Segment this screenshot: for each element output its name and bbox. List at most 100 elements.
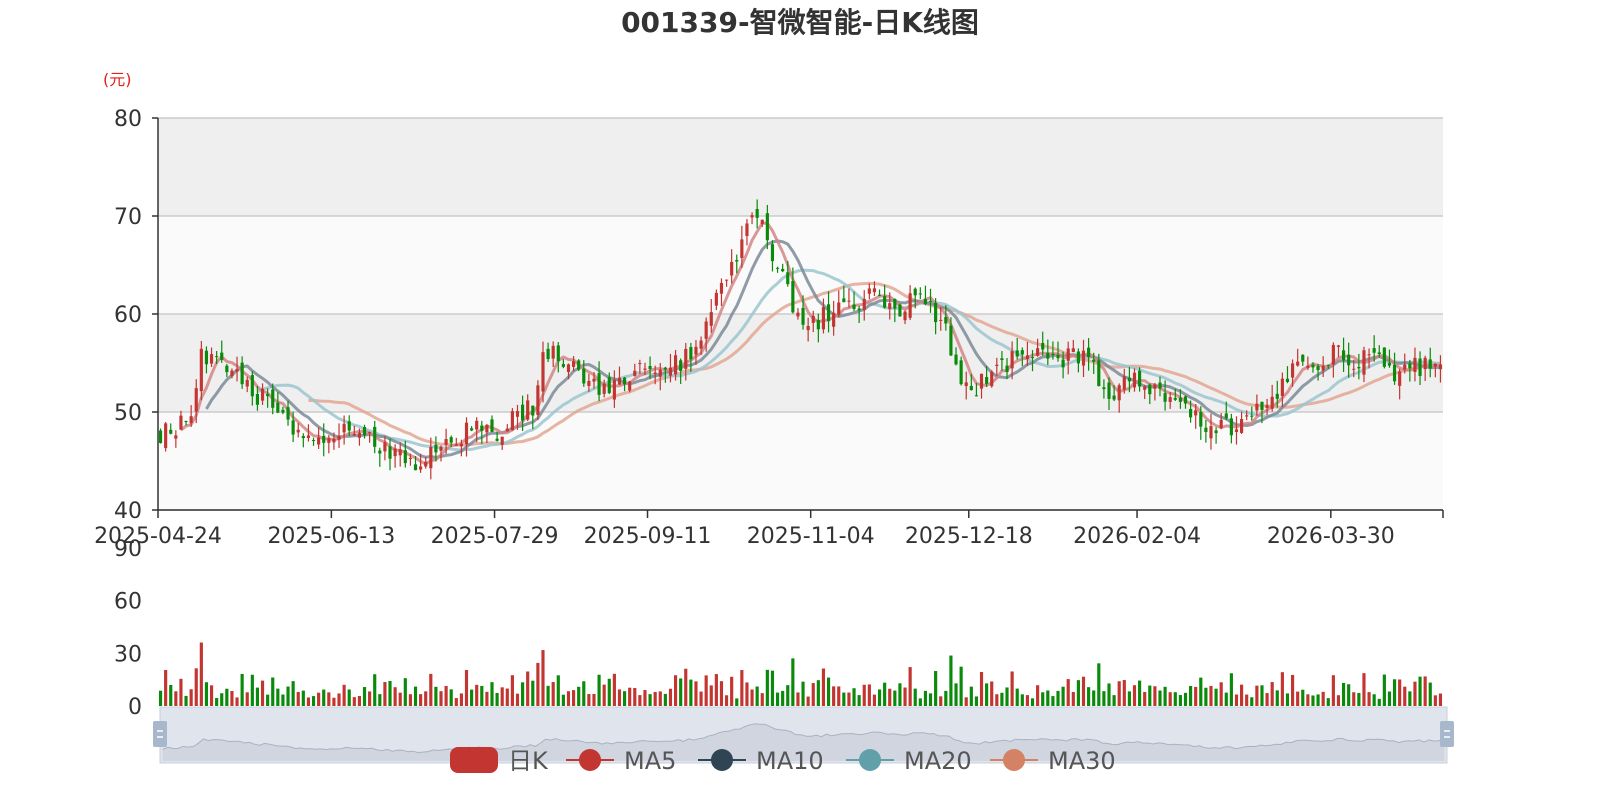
volume-bar[interactable] — [235, 697, 239, 706]
volume-bar[interactable] — [811, 683, 815, 706]
volume-bar[interactable] — [475, 684, 479, 706]
volume-bar[interactable] — [449, 689, 453, 706]
legend-item-ma20[interactable]: MA20 — [846, 747, 972, 775]
volume-bar[interactable] — [801, 681, 805, 706]
volume-bar[interactable] — [781, 690, 785, 706]
volume-bar[interactable] — [480, 685, 484, 706]
volume-bar[interactable] — [719, 681, 724, 706]
volume-bar[interactable] — [230, 691, 234, 706]
volume-bar[interactable] — [1214, 688, 1218, 706]
volume-bar[interactable] — [1372, 694, 1376, 706]
volume-bar[interactable] — [1117, 681, 1121, 706]
volume-bar[interactable] — [1051, 696, 1055, 706]
volume-bar[interactable] — [266, 694, 270, 706]
volume-bar[interactable] — [730, 676, 734, 706]
volume-bar[interactable] — [174, 691, 178, 706]
volume-bar[interactable] — [577, 686, 581, 706]
volume-bar[interactable] — [1005, 687, 1009, 706]
volume-bar[interactable] — [673, 675, 678, 706]
volume-bar[interactable] — [837, 686, 841, 706]
volume-bar[interactable] — [464, 669, 469, 706]
volume-bar[interactable] — [322, 689, 326, 706]
volume-bar[interactable] — [368, 691, 372, 706]
volume-bar[interactable] — [597, 674, 601, 706]
volume-bar[interactable] — [194, 668, 198, 706]
volume-bar[interactable] — [352, 697, 356, 706]
volume-bar[interactable] — [745, 682, 749, 706]
volume-bar[interactable] — [255, 687, 260, 706]
volume-bar[interactable] — [1112, 695, 1116, 706]
volume-bar[interactable] — [877, 689, 882, 706]
volume-bar[interactable] — [954, 683, 958, 706]
volume-bar[interactable] — [592, 693, 596, 706]
volume-bar[interactable] — [663, 693, 667, 706]
volume-bar[interactable] — [658, 691, 662, 706]
volume-bar[interactable] — [791, 658, 795, 706]
volume-bar[interactable] — [169, 685, 173, 706]
volume-bar[interactable] — [286, 686, 290, 706]
volume-bar[interactable] — [872, 694, 877, 706]
volume-bar[interactable] — [1143, 691, 1147, 706]
volume-bar[interactable] — [332, 697, 336, 706]
volume-bar[interactable] — [1030, 698, 1035, 706]
volume-bar[interactable] — [1382, 674, 1386, 706]
volume-bar[interactable] — [775, 692, 780, 706]
volume-bar[interactable] — [959, 666, 963, 706]
volume-bar[interactable] — [1438, 693, 1443, 706]
volume-bar[interactable] — [633, 688, 637, 706]
volume-bar[interactable] — [816, 680, 820, 706]
volume-bar[interactable] — [1168, 692, 1172, 706]
volume-bar[interactable] — [1081, 676, 1086, 706]
datazoom-left-handle[interactable] — [153, 721, 167, 747]
volume-bar[interactable] — [1122, 680, 1126, 706]
volume-bar[interactable] — [311, 696, 316, 706]
volume-bar[interactable] — [245, 692, 249, 706]
volume-bar[interactable] — [1148, 685, 1152, 706]
volume-bar[interactable] — [587, 694, 591, 706]
handle-grip[interactable] — [153, 721, 167, 747]
volume-bar[interactable] — [1285, 693, 1290, 706]
volume-bar[interactable] — [434, 686, 438, 706]
volume-bar[interactable] — [1275, 690, 1279, 706]
volume-bar[interactable] — [276, 688, 280, 706]
volume-bar[interactable] — [622, 691, 627, 706]
volume-bar[interactable] — [250, 674, 254, 706]
volume-bar[interactable] — [546, 685, 550, 706]
candle[interactable] — [510, 408, 514, 431]
volume-bar[interactable] — [373, 674, 377, 706]
volume-bar[interactable] — [602, 684, 606, 706]
volume-bar[interactable] — [638, 695, 642, 706]
volume-bar[interactable] — [1245, 694, 1249, 706]
volume-bar[interactable] — [260, 680, 265, 706]
volume-bar[interactable] — [648, 694, 652, 706]
volume-bar[interactable] — [1097, 663, 1101, 706]
volume-bar[interactable] — [485, 691, 489, 706]
volume-bar[interactable] — [786, 685, 790, 706]
volume-bar[interactable] — [301, 690, 305, 706]
legend-item-ma10[interactable]: MA10 — [698, 747, 824, 775]
volume-bar[interactable] — [612, 673, 616, 706]
volume-bar[interactable] — [1413, 681, 1417, 706]
volume-bar[interactable] — [1321, 691, 1325, 706]
volume-bar[interactable] — [709, 685, 713, 706]
volume-bar[interactable] — [1260, 685, 1264, 706]
volume-bar[interactable] — [1367, 692, 1371, 706]
volume-bar[interactable] — [357, 696, 361, 706]
volume-bar[interactable] — [1056, 690, 1060, 706]
volume-bar[interactable] — [735, 698, 739, 706]
volume-bar[interactable] — [271, 677, 275, 706]
volume-bar[interactable] — [1357, 692, 1361, 706]
volume-bar[interactable] — [1433, 695, 1437, 706]
volume-bar[interactable] — [821, 668, 826, 706]
volume-bar[interactable] — [653, 692, 657, 706]
volume-bar[interactable] — [1352, 692, 1356, 706]
volume-bar[interactable] — [923, 690, 928, 706]
volume-bar[interactable] — [1331, 675, 1335, 706]
volume-bar[interactable] — [1265, 693, 1269, 706]
volume-bar[interactable] — [628, 687, 632, 706]
volume-bar[interactable] — [1270, 682, 1274, 706]
volume-bar[interactable] — [969, 686, 973, 706]
volume-bar[interactable] — [495, 692, 499, 706]
volume-bar[interactable] — [755, 686, 759, 706]
volume-bar[interactable] — [317, 692, 321, 706]
